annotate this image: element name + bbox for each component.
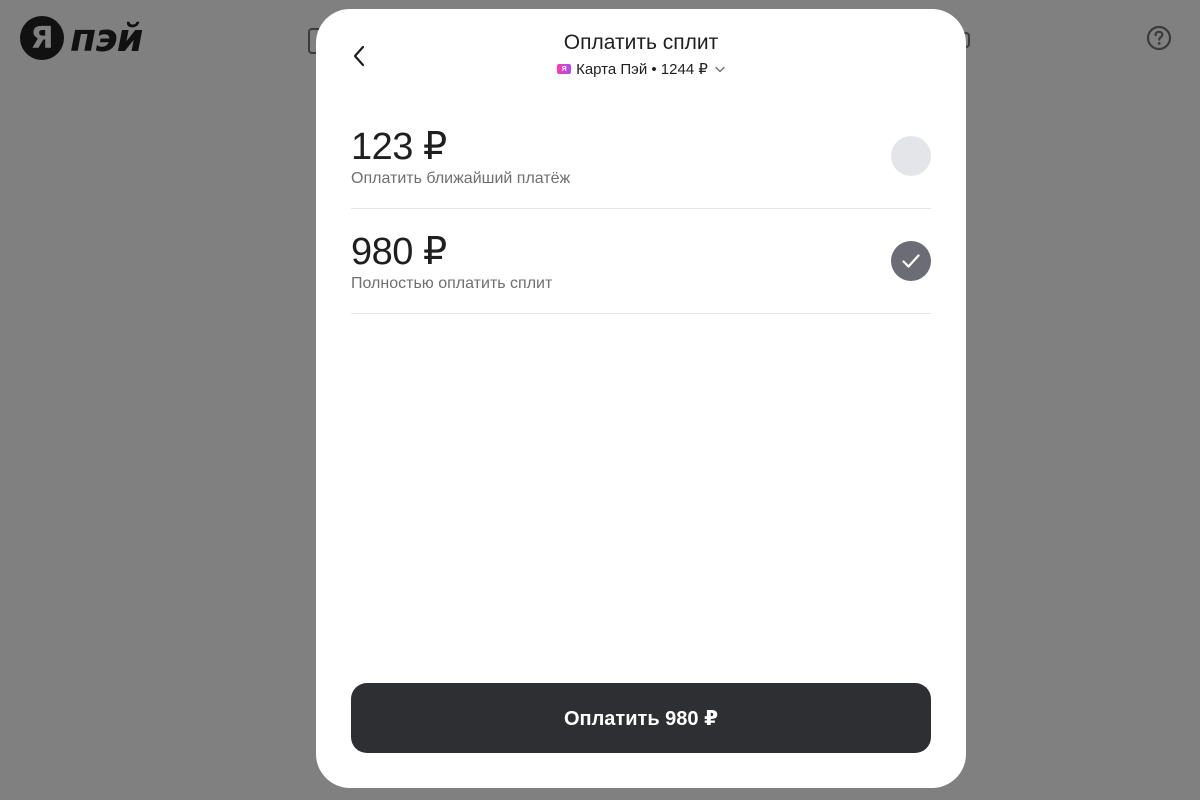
pay-split-modal: Оплатить сплит Я Карта Пэй • 1244 ₽ 123 … [316,9,966,788]
radio-unchecked[interactable] [891,136,931,176]
card-badge-icon: Я [557,64,572,74]
pay-button[interactable]: Оплатить 980 ₽ [351,683,931,753]
option-amount: 980 ₽ [351,231,447,273]
card-label: Карта Пэй • 1244 ₽ [576,61,708,78]
option-next-payment[interactable]: 123 ₽ Оплатить ближайший платёж [351,104,931,209]
yandex-pay-logo[interactable]: Я пэй [20,16,143,60]
card-selector[interactable]: Я Карта Пэй • 1244 ₽ [316,60,966,78]
help-icon[interactable] [1146,25,1172,51]
option-description: Полностью оплатить сплит [351,275,553,292]
chevron-down-icon [715,66,725,72]
payment-options: 123 ₽ Оплатить ближайший платёж 980 ₽ По… [351,104,931,314]
option-full-payment[interactable]: 980 ₽ Полностью оплатить сплит [351,209,931,314]
logo-wordmark: пэй [70,16,143,60]
option-amount: 123 ₽ [351,126,447,168]
option-description: Оплатить ближайший платёж [351,170,571,187]
radio-checked[interactable] [891,241,931,281]
logo-mark: Я [20,16,64,60]
modal-title: Оплатить сплит [563,31,719,54]
check-icon [902,254,920,268]
